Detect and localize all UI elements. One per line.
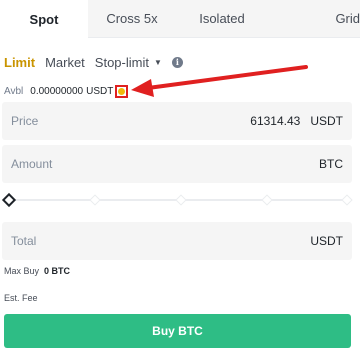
est-fee-label: Est. Fee	[4, 293, 38, 303]
total-unit: USDT	[310, 234, 343, 248]
amount-field[interactable]: Amount BTC	[2, 145, 352, 183]
price-input[interactable]: 61314.43	[250, 114, 300, 128]
trade-mode-tabs: Spot Cross 5x Isolated Grid	[0, 0, 360, 38]
total-field[interactable]: Total USDT	[2, 222, 352, 260]
order-type-selector: Limit Market Stop-limit ▼ i	[4, 54, 183, 70]
coin-icon	[118, 87, 126, 95]
tab-spot[interactable]: Spot	[0, 0, 88, 38]
price-unit: USDT	[310, 114, 343, 128]
chevron-down-icon: ▼	[153, 57, 162, 67]
price-field[interactable]: Price 61314.43 USDT	[2, 102, 352, 140]
max-buy-label: Max Buy	[4, 266, 40, 276]
avbl-unit: USDT	[86, 85, 114, 97]
max-buy-value: 0 BTC	[44, 266, 71, 276]
tab-cross-5x[interactable]: Cross 5x	[88, 0, 176, 38]
tab-grid[interactable]: Grid	[268, 0, 360, 38]
transfer-icon[interactable]	[115, 84, 129, 98]
order-type-limit[interactable]: Limit	[4, 55, 35, 70]
slider-step-100[interactable]	[341, 194, 353, 206]
info-icon[interactable]: i	[171, 56, 183, 68]
slider-step-25[interactable]	[89, 194, 101, 206]
price-label: Price	[11, 114, 39, 128]
total-label: Total	[11, 234, 37, 248]
slider-handle[interactable]	[1, 192, 17, 208]
slider-step-50[interactable]	[175, 194, 187, 206]
tab-isolated[interactable]: Isolated	[176, 0, 268, 38]
avbl-value: 0.00000000	[30, 85, 84, 97]
order-type-stop-limit[interactable]: Stop-limit ▼	[95, 55, 162, 70]
stop-limit-label: Stop-limit	[94, 54, 149, 70]
avbl-label: Avbl	[4, 85, 24, 97]
max-buy: Max Buy 0 BTC	[4, 266, 70, 276]
slider-step-75[interactable]	[261, 194, 273, 206]
order-type-market[interactable]: Market	[45, 55, 85, 70]
buy-btc-button[interactable]: Buy BTC	[4, 314, 351, 348]
amount-unit: BTC	[319, 157, 343, 171]
amount-slider[interactable]	[1, 192, 353, 208]
available-balance: Avbl 0.00000000 USDT	[4, 84, 129, 98]
amount-label: Amount	[11, 157, 53, 171]
